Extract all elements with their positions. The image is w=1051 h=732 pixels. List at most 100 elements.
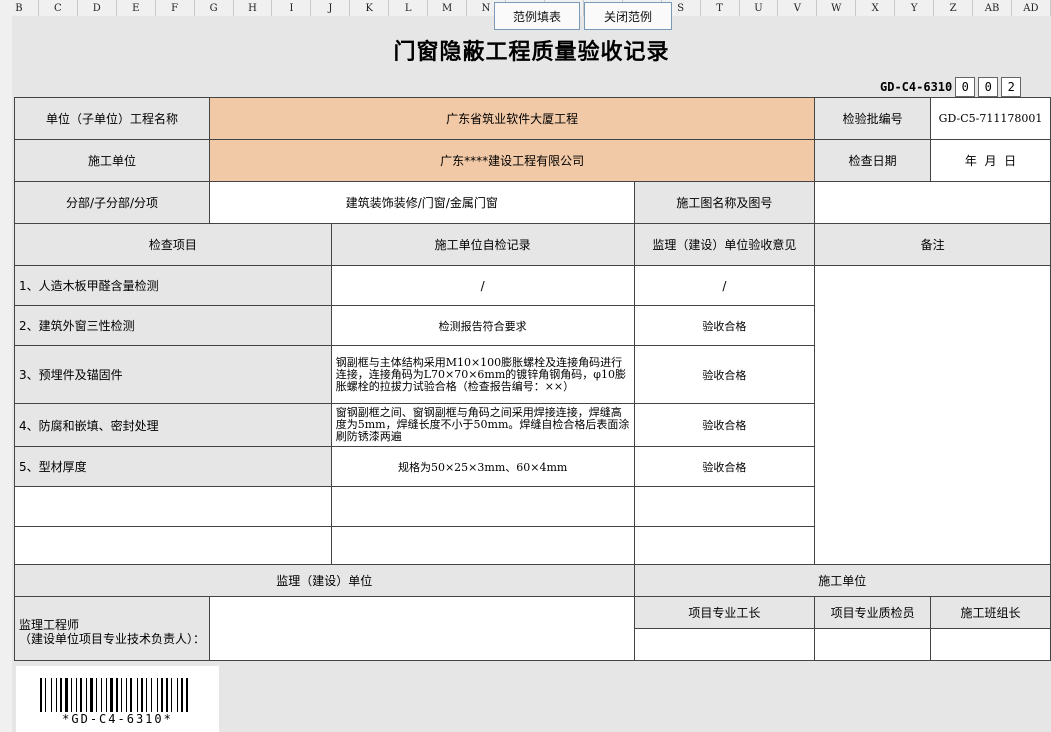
barcode-bar — [106, 678, 107, 712]
inspect-date-label: 检查日期 — [814, 139, 932, 182]
supervision-unit-header: 监理（建设）单位 — [14, 564, 635, 597]
column-header-e[interactable]: E — [117, 0, 156, 16]
row-self-check[interactable] — [330, 486, 635, 527]
barcode-bar — [45, 678, 46, 712]
column-header-d[interactable]: D — [78, 0, 117, 16]
barcode-bar — [73, 678, 75, 712]
drawing-value[interactable] — [814, 181, 1051, 224]
barcode-bar — [128, 678, 129, 712]
column-header-x[interactable]: X — [856, 0, 896, 16]
row-item: 4、防腐和嵌填、密封处理 — [14, 403, 332, 447]
engineer-label-line-2: （建设单位项目专业技术负责人）： — [19, 632, 206, 646]
barcode-bar — [161, 678, 163, 712]
column-header-h[interactable]: H — [234, 0, 273, 16]
barcode-bar — [184, 678, 185, 712]
barcode-bar — [139, 678, 140, 712]
foreman-signature[interactable] — [633, 628, 816, 661]
barcode-bar — [153, 678, 156, 712]
row-item[interactable] — [14, 486, 332, 527]
row-self-check[interactable]: 钢副框与主体结构采用M10×100膨胀螺栓及连接角码进行连接，连接角码为L70×… — [330, 345, 635, 404]
form-code-digit-2[interactable]: 0 — [978, 77, 999, 97]
row-self-check[interactable]: / — [330, 265, 635, 306]
quality-inspector-signature[interactable] — [814, 628, 932, 661]
barcode-bar — [60, 678, 62, 712]
row-item[interactable] — [14, 526, 332, 565]
drawing-label: 施工图名称及图号 — [633, 181, 816, 224]
column-header-c[interactable]: C — [39, 0, 78, 16]
project-name-value[interactable]: 广东省筑业软件大厦工程 — [209, 97, 816, 140]
column-header-v[interactable]: V — [778, 0, 818, 16]
barcode-bar — [177, 678, 178, 712]
form-code: GD-C4-6310 0 0 2 — [880, 77, 1022, 97]
team-leader-signature[interactable] — [930, 628, 1051, 661]
column-header-f[interactable]: F — [156, 0, 195, 16]
barcode-bar — [86, 678, 87, 712]
row-self-check[interactable]: 规格为50×25×3mm、60×4mm — [330, 446, 635, 487]
barcode-bar — [141, 678, 143, 712]
remarks-cell[interactable] — [814, 265, 1051, 565]
column-header-ab[interactable]: AB — [973, 0, 1012, 16]
close-example-button[interactable]: 关闭范例 — [584, 2, 672, 30]
barcode-bar — [53, 678, 55, 712]
column-header-w[interactable]: W — [817, 0, 857, 16]
row-supervision[interactable]: / — [633, 265, 816, 306]
row-supervision[interactable]: 验收合格 — [633, 345, 816, 404]
team-leader-label: 施工班组长 — [930, 596, 1051, 629]
column-header-l[interactable]: L — [389, 0, 429, 16]
row-supervision[interactable]: 验收合格 — [633, 446, 816, 487]
barcode-bar — [90, 678, 93, 712]
column-header-t[interactable]: T — [701, 0, 740, 16]
column-header-u[interactable]: U — [740, 0, 779, 16]
barcode-bar — [83, 678, 85, 712]
inspect-date-value[interactable]: 年 月 日 — [930, 139, 1051, 182]
barcode-bar — [169, 678, 170, 712]
fill-example-button[interactable]: 范例填表 — [494, 2, 580, 30]
barcode-bar — [47, 678, 50, 712]
column-header-y[interactable]: Y — [895, 0, 935, 16]
column-header-m[interactable]: M — [428, 0, 468, 16]
row-item: 5、型材厚度 — [14, 446, 332, 487]
form-code-digit-3[interactable]: 2 — [1001, 77, 1022, 97]
barcode-bar — [173, 678, 176, 712]
column-header-b[interactable]: B — [0, 0, 39, 16]
column-header-k[interactable]: K — [350, 0, 390, 16]
form-code-digit-1[interactable]: 0 — [955, 77, 976, 97]
division-value[interactable]: 建筑装饰装修/门窗/金属门窗 — [209, 181, 635, 224]
row-supervision[interactable]: 验收合格 — [633, 305, 816, 346]
barcode-bar — [151, 678, 152, 712]
barcode-bar — [78, 678, 79, 712]
construction-unit-header: 施工单位 — [633, 564, 1051, 597]
barcode-bar — [121, 678, 122, 712]
barcode-bar — [71, 678, 72, 712]
engineer-signature[interactable] — [209, 596, 635, 661]
barcode-bar — [159, 678, 160, 712]
barcode-bar — [137, 678, 138, 712]
col-header-supervision: 监理（建设）单位验收意见 — [633, 223, 816, 266]
column-header-j[interactable]: J — [311, 0, 351, 16]
barcode-bar — [65, 678, 68, 712]
row-supervision[interactable] — [633, 486, 816, 527]
barcode-bar — [119, 678, 120, 712]
column-header-i[interactable]: I — [272, 0, 312, 16]
barcode-bar — [80, 678, 82, 712]
row-self-check[interactable]: 检测报告符合要求 — [330, 305, 635, 346]
batch-no-value[interactable]: GD-C5-711178001 — [930, 97, 1051, 140]
row-supervision[interactable]: 验收合格 — [633, 403, 816, 447]
barcode-bars — [40, 678, 212, 712]
barcode-bar — [103, 678, 105, 712]
barcode-bar — [146, 678, 147, 712]
barcode-bar — [101, 678, 102, 712]
column-header-ad[interactable]: AD — [1012, 0, 1051, 16]
constructor-value[interactable]: 广东****建设工程有限公司 — [209, 139, 816, 182]
row-self-check[interactable]: 窗钢副框之间、窗钢副框与角码之间采用焊接连接，焊缝高度为5mm，焊缝长度不小于5… — [330, 403, 635, 447]
row-self-check[interactable] — [330, 526, 635, 565]
row-supervision[interactable] — [633, 526, 816, 565]
col-header-item: 检查项目 — [14, 223, 332, 266]
column-header-g[interactable]: G — [195, 0, 234, 16]
column-header-z[interactable]: Z — [934, 0, 974, 16]
col-header-remarks: 备注 — [814, 223, 1051, 266]
row-item: 3、预埋件及锚固件 — [14, 345, 332, 404]
project-name-label: 单位（子单位）工程名称 — [13, 97, 211, 140]
row-item: 2、建筑外窗三性检测 — [14, 305, 332, 346]
barcode-bar — [166, 678, 168, 712]
